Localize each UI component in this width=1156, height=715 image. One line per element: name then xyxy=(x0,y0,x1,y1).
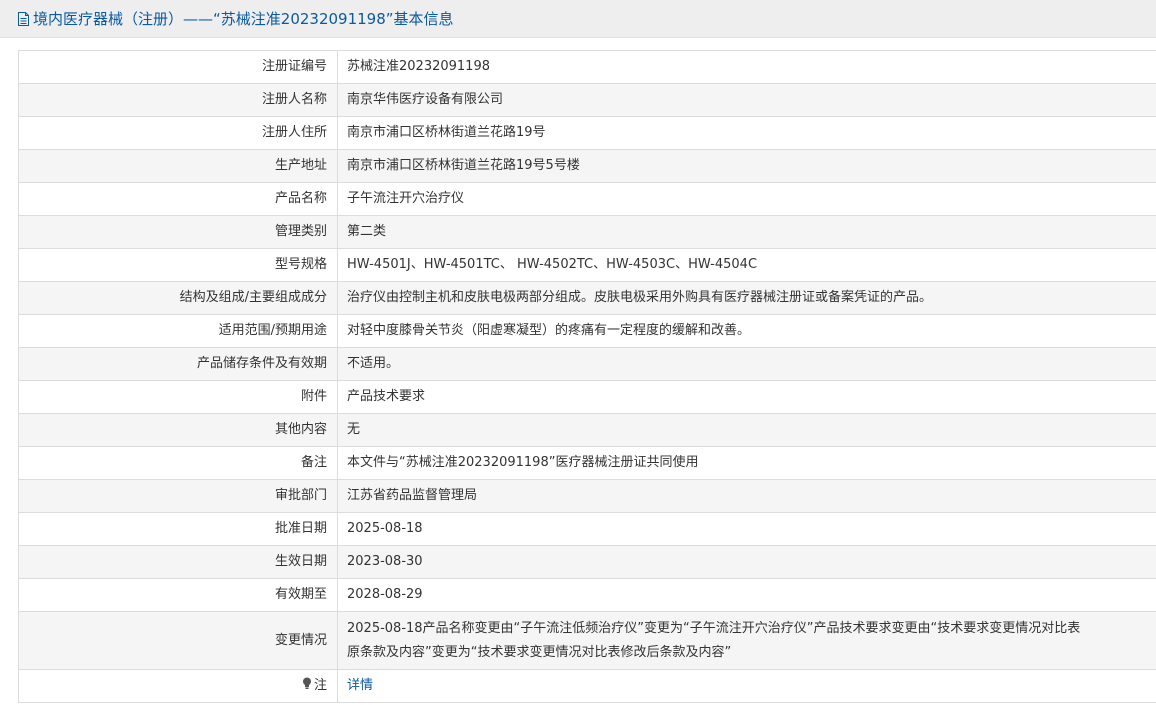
table-row: 注册证编号 苏械注准20232091198 xyxy=(18,50,1156,84)
field-value: 第二类 xyxy=(337,215,1156,249)
table-row: 管理类别 第二类 xyxy=(18,215,1156,249)
field-value: 江苏省药品监督管理局 xyxy=(337,479,1156,513)
table-row: 有效期至 2028-08-29 xyxy=(18,578,1156,612)
field-value: HW-4501J、HW-4501TC、 HW-4502TC、HW-4503C、H… xyxy=(337,248,1156,282)
field-label: 批准日期 xyxy=(18,512,338,546)
details-link[interactable]: 详情 xyxy=(347,678,373,693)
lightbulb-icon xyxy=(302,677,311,689)
field-value: 治疗仪由控制主机和皮肤电极两部分组成。皮肤电极采用外购具有医疗器械注册证或备案凭… xyxy=(337,281,1156,315)
table-row: 适用范围/预期用途 对轻中度膝骨关节炎（阳虚寒凝型）的疼痛有一定程度的缓解和改善… xyxy=(18,314,1156,348)
note-label-text: 注 xyxy=(313,678,327,693)
field-label: 备注 xyxy=(18,446,338,480)
field-value: 本文件与“苏械注准20232091198”医疗器械注册证共同使用 xyxy=(337,446,1156,480)
field-value: 子午流注开穴治疗仪 xyxy=(337,182,1156,216)
field-value: 南京市浦口区桥林街道兰花路19号 xyxy=(337,116,1156,150)
field-value: 苏械注准20232091198 xyxy=(337,50,1156,84)
info-table: 注册证编号 苏械注准20232091198 注册人名称 南京华伟医疗设备有限公司… xyxy=(18,50,1156,703)
table-row: 产品储存条件及有效期 不适用。 xyxy=(18,347,1156,381)
field-label: 产品名称 xyxy=(18,182,338,216)
field-label: 结构及组成/主要组成成分 xyxy=(18,281,338,315)
table-row: 变更情况 2025-08-18产品名称变更由“子午流注低频治疗仪”变更为“子午流… xyxy=(18,611,1156,670)
field-label: 注册证编号 xyxy=(18,50,338,84)
table-row: 产品名称 子午流注开穴治疗仪 xyxy=(18,182,1156,216)
field-label: 变更情况 xyxy=(18,611,338,670)
field-label: 附件 xyxy=(18,380,338,414)
table-row: 附件 产品技术要求 xyxy=(18,380,1156,414)
field-value: 2025-08-18 xyxy=(337,512,1156,546)
field-label: 生产地址 xyxy=(18,149,338,183)
field-label: 管理类别 xyxy=(18,215,338,249)
change-history-text: 2025-08-18产品名称变更由“子午流注低频治疗仪”变更为“子午流注开穴治疗… xyxy=(347,617,1156,665)
field-value: 南京市浦口区桥林街道兰花路19号5号楼 xyxy=(337,149,1156,183)
field-label: 审批部门 xyxy=(18,479,338,513)
table-row: 注册人住所 南京市浦口区桥林街道兰花路19号 xyxy=(18,116,1156,150)
table-row: 型号规格 HW-4501J、HW-4501TC、 HW-4502TC、HW-45… xyxy=(18,248,1156,282)
page-title-text: 境内医疗器械（注册）——“苏械注准20232091198”基本信息 xyxy=(33,10,454,28)
field-label: 产品储存条件及有效期 xyxy=(18,347,338,381)
table-row: 注 详情 xyxy=(18,669,1156,703)
field-value: 无 xyxy=(337,413,1156,447)
field-label: 型号规格 xyxy=(18,248,338,282)
field-value: 不适用。 xyxy=(337,347,1156,381)
table-row: 批准日期 2025-08-18 xyxy=(18,512,1156,546)
field-value: 2023-08-30 xyxy=(337,545,1156,579)
table-row: 生产地址 南京市浦口区桥林街道兰花路19号5号楼 xyxy=(18,149,1156,183)
table-row: 其他内容 无 xyxy=(18,413,1156,447)
field-label: 其他内容 xyxy=(18,413,338,447)
field-label: 生效日期 xyxy=(18,545,338,579)
change-history-line-2: 原条款及内容”变更为“技术要求变更情况对比表修改后条款及内容” xyxy=(347,644,732,660)
table-row: 生效日期 2023-08-30 xyxy=(18,545,1156,579)
title-bar: 境内医疗器械（注册）——“苏械注准20232091198”基本信息 xyxy=(0,0,1156,38)
field-label: 注册人住所 xyxy=(18,116,338,150)
field-label: 有效期至 xyxy=(18,578,338,612)
field-value: 对轻中度膝骨关节炎（阳虚寒凝型）的疼痛有一定程度的缓解和改善。 xyxy=(337,314,1156,348)
field-value: 2028-08-29 xyxy=(337,578,1156,612)
table-row: 备注 本文件与“苏械注准20232091198”医疗器械注册证共同使用 xyxy=(18,446,1156,480)
field-value: 产品技术要求 xyxy=(337,380,1156,414)
field-value: 详情 xyxy=(337,669,1156,703)
field-label: 适用范围/预期用途 xyxy=(18,314,338,348)
table-row: 审批部门 江苏省药品监督管理局 xyxy=(18,479,1156,513)
page-title: 境内医疗器械（注册）——“苏械注准20232091198”基本信息 xyxy=(18,9,454,29)
field-value: 2025-08-18产品名称变更由“子午流注低频治疗仪”变更为“子午流注开穴治疗… xyxy=(337,611,1156,670)
info-table-container: 注册证编号 苏械注准20232091198 注册人名称 南京华伟医疗设备有限公司… xyxy=(18,50,1156,715)
table-row: 结构及组成/主要组成成分 治疗仪由控制主机和皮肤电极两部分组成。皮肤电极采用外购… xyxy=(18,281,1156,315)
table-row: 注册人名称 南京华伟医疗设备有限公司 xyxy=(18,83,1156,117)
field-value: 南京华伟医疗设备有限公司 xyxy=(337,83,1156,117)
field-label: 注册人名称 xyxy=(18,83,338,117)
document-icon xyxy=(18,12,29,26)
field-label: 注 xyxy=(18,669,338,703)
change-history-line-1: 2025-08-18产品名称变更由“子午流注低频治疗仪”变更为“子午流注开穴治疗… xyxy=(347,620,1081,636)
